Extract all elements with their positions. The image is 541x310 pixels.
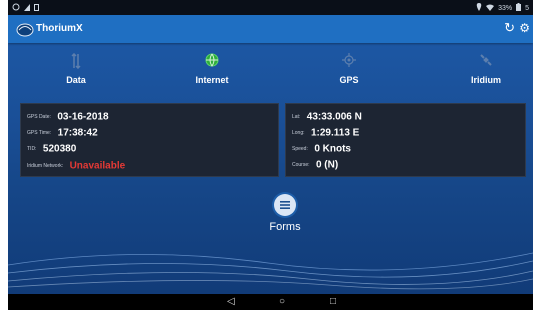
- status-label-iridium: Iridium: [470, 75, 501, 85]
- status-row: Data Internet GPS Iridium: [8, 52, 533, 97]
- globe-icon: [152, 53, 272, 71]
- course-row: Course: 0 (N): [292, 156, 338, 170]
- lat-label: Lat:: [292, 113, 301, 120]
- list-icon: [280, 201, 290, 209]
- clock-text: 5: [525, 4, 529, 12]
- forms-icon-circle: [274, 194, 296, 216]
- battery-percent: 33%: [498, 4, 513, 12]
- tid-value: 520380: [42, 143, 77, 155]
- app-bar: ThoriumX ↻ ⚙: [8, 15, 533, 43]
- gps-time-label: GPS Time:: [27, 129, 52, 136]
- lat-value: 43:33.006 N: [306, 111, 362, 123]
- gps-time-row: GPS Time: 17:38:42: [27, 124, 98, 138]
- long-label: Long:: [292, 129, 305, 136]
- speed-label: Speed:: [292, 145, 308, 152]
- long-row: Long: 1:29.113 E: [292, 124, 359, 138]
- lat-row: Lat: 43:33.006 N: [292, 108, 362, 122]
- status-label-internet: Internet: [195, 75, 229, 85]
- course-value: 0 (N): [315, 159, 339, 171]
- iridium-network-row: Iridium Network: Unavailable: [27, 157, 125, 171]
- device-frame: 33% 5 ThoriumX ↻ ⚙ Data Internet GPS Iri…: [8, 0, 533, 310]
- speed-value: 0 Knots: [314, 143, 351, 155]
- android-icon: [12, 3, 20, 13]
- back-icon[interactable]: ◁: [227, 296, 235, 308]
- gear-icon[interactable]: ⚙: [519, 20, 530, 36]
- long-value: 1:29.113 E: [310, 127, 360, 139]
- status-label-data: Data: [66, 75, 86, 85]
- crosshair-icon: [289, 53, 409, 71]
- recents-icon[interactable]: □: [330, 296, 336, 308]
- satellite-icon: [426, 53, 533, 71]
- app-screen: ThoriumX ↻ ⚙ Data Internet GPS Iridium G…: [8, 15, 533, 294]
- gps-time-value: 17:38:42: [57, 127, 98, 139]
- forms-label: Forms: [269, 221, 301, 233]
- forms-button[interactable]: Forms: [256, 194, 314, 244]
- status-item-internet[interactable]: Internet: [152, 53, 272, 97]
- iridium-network-value: Unavailable: [69, 160, 126, 172]
- gps-date-label: GPS Date:: [27, 113, 51, 120]
- gps-date-value: 03-16-2018: [57, 111, 109, 123]
- status-item-data[interactable]: Data: [16, 52, 136, 97]
- refresh-icon[interactable]: ↻: [504, 20, 515, 36]
- gps-date-row: GPS Date: 03-16-2018: [27, 108, 109, 122]
- gps-info-panel: GPS Date: 03-16-2018 GPS Time: 17:38:42 …: [20, 103, 279, 177]
- status-label-gps: GPS: [339, 75, 359, 85]
- location-icon: [476, 3, 482, 13]
- speed-row: Speed: 0 Knots: [292, 140, 351, 154]
- wifi-icon: [486, 4, 495, 13]
- status-item-iridium[interactable]: Iridium: [426, 53, 533, 97]
- iridium-network-label: Iridium Network:: [27, 162, 64, 169]
- app-title: ThoriumX: [36, 23, 83, 34]
- status-item-gps[interactable]: GPS: [289, 53, 409, 97]
- battery-icon: [516, 3, 522, 13]
- signal-icon: [24, 3, 30, 13]
- android-nav-bar: ◁ ○ □: [8, 294, 533, 310]
- tid-label: TID:: [27, 145, 37, 152]
- tid-row: TID: 520380: [27, 140, 76, 154]
- data-arrows-icon: [16, 52, 136, 71]
- status-bar: 33% 5: [8, 0, 533, 15]
- home-icon[interactable]: ○: [279, 296, 285, 308]
- position-info-panel: Lat: 43:33.006 N Long: 1:29.113 E Speed:…: [285, 103, 526, 177]
- thoriumx-logo-icon: [16, 21, 34, 37]
- sim-icon: [34, 3, 39, 13]
- course-label: Course:: [292, 161, 310, 168]
